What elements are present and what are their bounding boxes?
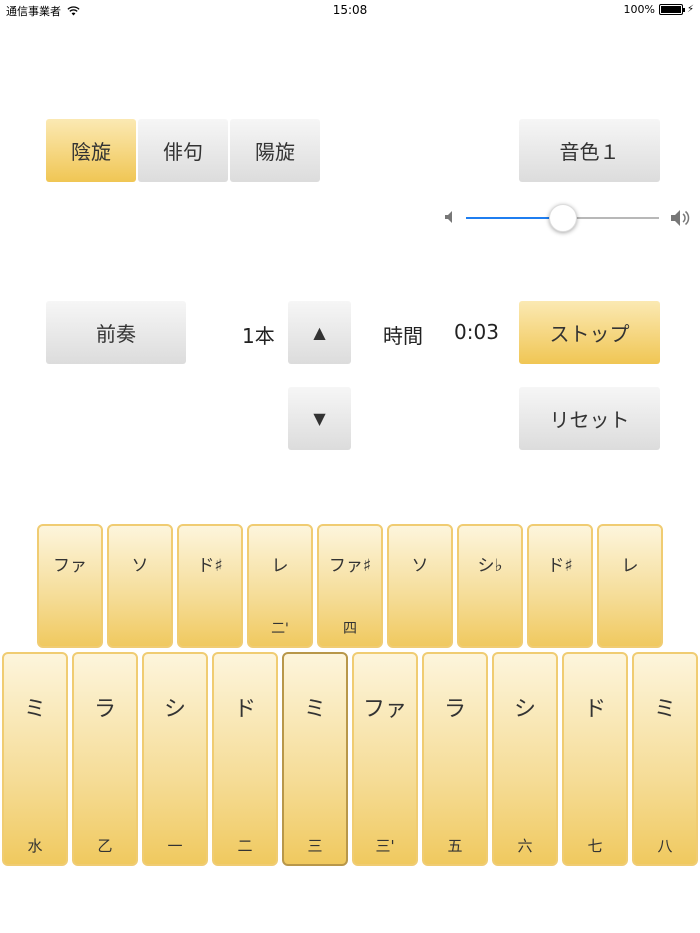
key-number: 水 bbox=[27, 837, 43, 855]
key-note: ラ bbox=[93, 697, 116, 722]
volume-track-empty bbox=[563, 217, 659, 219]
key-note: レ bbox=[271, 556, 289, 576]
tuning-up-button[interactable]: ▲ bbox=[288, 301, 351, 364]
clock: 15:08 bbox=[332, 3, 368, 17]
key-note: ソ bbox=[411, 556, 429, 576]
key-note: ミ bbox=[303, 697, 326, 722]
bottom-key-2[interactable]: ラ 乙 bbox=[72, 652, 138, 866]
tuning-value: 1本 bbox=[242, 324, 275, 348]
volume-high-icon bbox=[671, 210, 690, 226]
key-number: 乙 bbox=[97, 837, 113, 855]
key-note: ミ bbox=[653, 697, 676, 722]
top-key-8[interactable]: ド♯ bbox=[527, 524, 593, 648]
key-number: 二' bbox=[271, 621, 289, 637]
key-note: シ bbox=[163, 697, 186, 722]
reset-button-label: リセット bbox=[549, 408, 630, 432]
key-note: レ bbox=[621, 556, 639, 576]
tone-button-label: 音色１ bbox=[559, 140, 620, 164]
bottom-key-9[interactable]: ド 七 bbox=[562, 652, 628, 866]
stop-button-label: ストップ bbox=[549, 322, 630, 346]
key-number: 六 bbox=[517, 837, 533, 855]
tab-insen[interactable]: 陰旋 bbox=[46, 119, 136, 182]
volume-slider-thumb[interactable] bbox=[549, 204, 577, 232]
top-key-6[interactable]: ソ bbox=[387, 524, 453, 648]
key-note: シ♭ bbox=[477, 556, 503, 576]
bottom-key-10[interactable]: ミ 八 bbox=[632, 652, 698, 866]
key-note: ド♯ bbox=[547, 556, 573, 576]
key-number: 八 bbox=[657, 837, 673, 855]
reset-button[interactable]: リセット bbox=[519, 387, 660, 450]
top-key-1[interactable]: ファ bbox=[37, 524, 103, 648]
bottom-key-1[interactable]: ミ 水 bbox=[2, 652, 68, 866]
key-note: ファ♯ bbox=[328, 556, 372, 576]
bottom-key-8[interactable]: シ 六 bbox=[492, 652, 558, 866]
prelude-button-label: 前奏 bbox=[96, 322, 136, 346]
key-note: ラ bbox=[443, 697, 466, 722]
key-number: 七 bbox=[587, 837, 603, 855]
top-key-9[interactable]: レ bbox=[597, 524, 663, 648]
key-number: 三 bbox=[307, 837, 323, 855]
top-key-4[interactable]: レ 二' bbox=[247, 524, 313, 648]
bottom-key-3[interactable]: シ 一 bbox=[142, 652, 208, 866]
volume-low-icon bbox=[445, 211, 452, 223]
key-note: ミ bbox=[23, 697, 46, 722]
status-bar: 通信事業者 15:08 100% ⚡ bbox=[0, 0, 700, 20]
bottom-key-4[interactable]: ド 二 bbox=[212, 652, 278, 866]
bottom-key-6[interactable]: ファ 三' bbox=[352, 652, 418, 866]
key-note: ファ bbox=[362, 697, 407, 722]
key-note: ファ bbox=[53, 556, 87, 576]
prelude-button[interactable]: 前奏 bbox=[46, 301, 186, 364]
key-note: ソ bbox=[131, 556, 149, 576]
key-note: ド bbox=[233, 697, 256, 722]
bottom-key-5[interactable]: ミ 三 bbox=[282, 652, 348, 866]
up-arrow-icon: ▲ bbox=[313, 323, 326, 342]
tuning-down-button[interactable]: ▼ bbox=[288, 387, 351, 450]
key-note: シ bbox=[513, 697, 536, 722]
tab-haiku-label: 俳句 bbox=[163, 140, 203, 164]
top-key-7[interactable]: シ♭ bbox=[457, 524, 523, 648]
key-note: ド bbox=[583, 697, 606, 722]
battery-percent: 100% bbox=[623, 3, 655, 16]
key-number: 二 bbox=[237, 837, 253, 855]
top-key-2[interactable]: ソ bbox=[107, 524, 173, 648]
tab-haiku[interactable]: 俳句 bbox=[138, 119, 228, 182]
key-number: 四 bbox=[343, 621, 357, 637]
top-key-5[interactable]: ファ♯ 四 bbox=[317, 524, 383, 648]
timer-value: 0:03 bbox=[454, 320, 499, 344]
stop-button[interactable]: ストップ bbox=[519, 301, 660, 364]
top-key-3[interactable]: ド♯ bbox=[177, 524, 243, 648]
battery-icon bbox=[658, 4, 685, 15]
tab-yousen-label: 陽旋 bbox=[255, 140, 295, 164]
timer-label: 時間 bbox=[383, 324, 423, 348]
key-note: ド♯ bbox=[197, 556, 223, 576]
tab-insen-label: 陰旋 bbox=[71, 140, 111, 164]
bottom-key-7[interactable]: ラ 五 bbox=[422, 652, 488, 866]
down-arrow-icon: ▼ bbox=[313, 409, 326, 428]
charging-icon: ⚡ bbox=[686, 4, 694, 15]
key-number: 一 bbox=[167, 837, 183, 855]
key-number: 五 bbox=[447, 837, 463, 855]
tone-button[interactable]: 音色１ bbox=[519, 119, 660, 182]
tab-yousen[interactable]: 陽旋 bbox=[230, 119, 320, 182]
key-number: 三' bbox=[375, 837, 395, 855]
